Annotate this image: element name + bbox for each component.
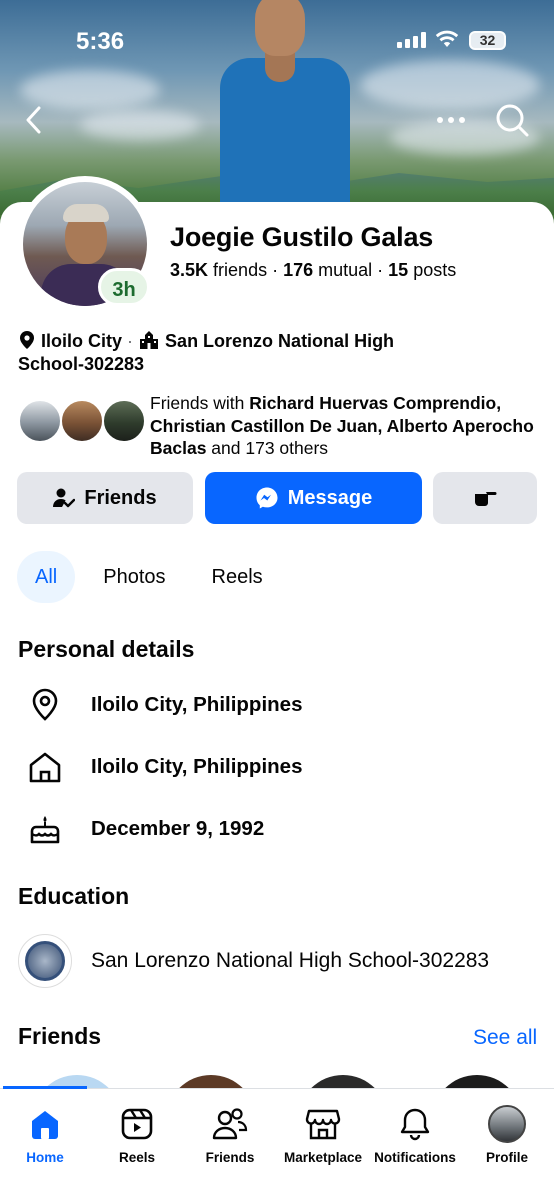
more-button[interactable] xyxy=(435,110,467,130)
back-button[interactable] xyxy=(22,104,46,136)
chevron-left-icon xyxy=(26,106,41,134)
education-school[interactable]: San Lorenzo National High School-302283 xyxy=(91,949,489,973)
nav-marketplace-label: Marketplace xyxy=(283,1150,363,1165)
status-time: 5:36 xyxy=(76,28,125,55)
friends-heading: Friends xyxy=(18,1023,102,1049)
message-button-label: Message xyxy=(287,486,373,509)
search-icon xyxy=(496,104,529,137)
location-pin-icon xyxy=(20,331,34,349)
detail-birthday-text: December 9, 1992 xyxy=(91,817,265,840)
tab-photos[interactable]: Photos xyxy=(85,551,183,603)
marketplace-icon xyxy=(304,1105,342,1143)
bottom-nav: Home Reels Friends Marketplace Notificat… xyxy=(0,1086,554,1200)
mutual-count[interactable]: 176 xyxy=(283,260,313,280)
location-pin-icon xyxy=(24,684,66,726)
birthday-cake-icon xyxy=(24,808,66,850)
friends-count[interactable]: 3.5K xyxy=(170,260,208,280)
search-button[interactable] xyxy=(494,102,530,138)
profile-name: Joegie Gustilo Galas xyxy=(170,222,434,252)
nav-reels-label: Reels xyxy=(118,1150,156,1165)
mutual-avatar xyxy=(102,399,146,443)
nav-profile-label: Profile xyxy=(485,1150,528,1165)
detail-hometown[interactable]: Iloilo City, Philippines xyxy=(24,746,302,788)
detail-location[interactable]: Iloilo City, Philippines xyxy=(24,684,302,726)
nav-notifications[interactable]: Notifications xyxy=(369,1089,461,1169)
home-icon xyxy=(24,746,66,788)
friends-icon xyxy=(211,1105,249,1143)
wifi-icon xyxy=(435,30,459,53)
status-bar: 5:36 32 xyxy=(0,0,554,80)
signal-icon xyxy=(397,32,426,48)
intro-location: Iloilo City xyxy=(41,331,123,351)
detail-birthday[interactable]: December 9, 1992 xyxy=(24,808,264,850)
nav-home-label: Home xyxy=(26,1150,64,1165)
nav-reels[interactable]: Reels xyxy=(91,1089,183,1169)
mutual-friends-text: Friends with Richard Huervas Comprendio,… xyxy=(150,393,534,458)
see-all-friends-link[interactable]: See all xyxy=(473,1026,537,1050)
nav-marketplace[interactable]: Marketplace xyxy=(277,1089,369,1169)
story-time-badge: 3h xyxy=(98,268,150,306)
poke-button[interactable] xyxy=(433,472,537,524)
nav-friends-label: Friends xyxy=(205,1150,255,1165)
posts-count[interactable]: 15 xyxy=(388,260,408,280)
friend-check-icon xyxy=(53,488,76,508)
school-building-icon xyxy=(140,331,159,349)
profile-stats: 3.5K friends · 176 mutual · 15 posts xyxy=(170,260,457,280)
messenger-icon xyxy=(256,487,278,509)
more-horizontal-icon xyxy=(437,117,465,123)
nav-notifications-label: Notifications xyxy=(374,1150,456,1165)
message-button[interactable]: Message xyxy=(205,472,422,524)
home-icon xyxy=(26,1105,64,1143)
poke-hand-icon xyxy=(475,492,497,506)
mutual-avatar xyxy=(60,399,104,443)
reels-icon xyxy=(118,1105,156,1143)
detail-hometown-text: Iloilo City, Philippines xyxy=(91,755,303,778)
friends-button-label: Friends xyxy=(84,486,157,509)
intro-line: Iloilo City · San Lorenzo National High … xyxy=(18,331,395,374)
nav-friends[interactable]: Friends xyxy=(184,1089,276,1169)
profile-tabs: All Photos Reels xyxy=(17,551,281,603)
nav-home[interactable]: Home xyxy=(0,1089,91,1169)
detail-location-text: Iloilo City, Philippines xyxy=(91,693,303,716)
mutual-avatar xyxy=(18,399,62,443)
battery-indicator: 32 xyxy=(469,31,506,50)
mutual-friends[interactable]: Friends with Richard Huervas Comprendio,… xyxy=(18,392,554,458)
bell-icon xyxy=(396,1105,434,1143)
tab-reels[interactable]: Reels xyxy=(194,551,281,603)
profile-avatar-icon xyxy=(488,1105,526,1143)
friends-button[interactable]: Friends xyxy=(17,472,193,524)
tab-all[interactable]: All xyxy=(17,551,76,603)
education-heading: Education xyxy=(18,883,130,909)
school-logo[interactable] xyxy=(18,934,72,988)
nav-profile[interactable]: Profile xyxy=(461,1089,553,1169)
personal-details-heading: Personal details xyxy=(18,636,195,662)
